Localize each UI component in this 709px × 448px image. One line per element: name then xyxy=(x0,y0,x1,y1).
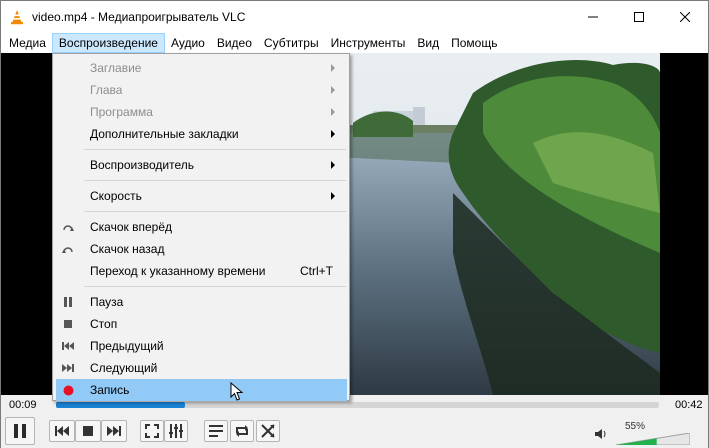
menu-item-custom-bookmarks[interactable]: Дополнительные закладки xyxy=(56,123,347,145)
next-button[interactable] xyxy=(101,420,127,442)
volume-slider[interactable] xyxy=(616,433,690,445)
menu-item-label: Скачок вперёд xyxy=(90,220,172,234)
maximize-icon xyxy=(634,11,644,22)
playlist-icon xyxy=(209,425,223,437)
menu-separator xyxy=(84,180,346,181)
menu-item-label: Запись xyxy=(90,383,130,397)
speaker-icon[interactable] xyxy=(595,429,607,439)
minimize-icon xyxy=(588,16,598,17)
play-pause-button[interactable] xyxy=(5,417,35,445)
playlist-button[interactable] xyxy=(204,420,228,442)
menu-item-label: Переход к указанному времени xyxy=(90,264,266,278)
submenu-arrow-icon xyxy=(331,108,335,116)
menu-subtitles[interactable]: Субтитры xyxy=(258,33,325,53)
menu-item-label: Стоп xyxy=(90,317,118,331)
menu-item-record[interactable]: Запись xyxy=(56,379,347,401)
time-total: 00:42 xyxy=(675,399,703,411)
previous-icon xyxy=(62,340,74,352)
menu-item-chapter[interactable]: Глава xyxy=(56,79,347,101)
submenu-arrow-icon xyxy=(331,130,335,138)
window-title: video.mp4 - Медиапроигрыватель VLC xyxy=(32,9,246,24)
menu-item-label: Предыдущий xyxy=(90,339,164,353)
minimize-button[interactable] xyxy=(570,1,616,32)
menu-item-pause[interactable]: Пауза xyxy=(56,291,347,313)
menu-item-label: Скорость xyxy=(90,189,142,203)
menu-bar: Медиа Воспроизведение Аудио Видео Субтит… xyxy=(1,32,708,53)
shuffle-icon xyxy=(261,424,275,438)
fullscreen-icon xyxy=(145,424,159,438)
submenu-arrow-icon xyxy=(331,192,335,200)
menu-item-stop[interactable]: Стоп xyxy=(56,313,347,335)
menu-item-jump-backward[interactable]: Скачок назад xyxy=(56,238,347,260)
next-icon xyxy=(107,426,121,436)
menu-audio[interactable]: Аудио xyxy=(165,33,211,53)
equalizer-icon xyxy=(169,424,183,438)
title-bar[interactable]: video.mp4 - Медиапроигрыватель VLC xyxy=(1,1,708,32)
extended-settings-button[interactable] xyxy=(164,420,188,442)
stop-icon xyxy=(83,426,93,436)
previous-button[interactable] xyxy=(49,420,75,442)
menu-tools[interactable]: Инструменты xyxy=(325,33,412,53)
menu-item-next[interactable]: Следующий xyxy=(56,357,347,379)
pause-icon xyxy=(62,296,74,308)
menu-item-renderer[interactable]: Воспроизводитель xyxy=(56,154,347,176)
menu-item-label: Дополнительные закладки xyxy=(90,127,239,141)
menu-item-label: Следующий xyxy=(90,361,158,375)
pause-icon xyxy=(14,424,26,438)
controls-bar: 55% xyxy=(1,415,708,448)
vlc-cone-icon xyxy=(11,9,23,24)
menu-item-label: Глава xyxy=(90,83,123,97)
stop-icon xyxy=(62,318,74,330)
menu-item-label: Заглавие xyxy=(90,61,142,75)
menu-item-speed[interactable]: Скорость xyxy=(56,185,347,207)
menu-item-shortcut: Ctrl+T xyxy=(300,264,333,278)
menu-media[interactable]: Медиа xyxy=(3,33,52,53)
menu-item-jump-forward[interactable]: Скачок вперёд xyxy=(56,216,347,238)
menu-item-title[interactable]: Заглавие xyxy=(56,57,347,79)
loop-button[interactable] xyxy=(230,420,254,442)
mouse-cursor-icon xyxy=(230,382,244,401)
menu-item-previous[interactable]: Предыдущий xyxy=(56,335,347,357)
seek-slider[interactable] xyxy=(56,402,659,408)
menu-item-label: Воспроизводитель xyxy=(90,158,194,172)
loop-icon xyxy=(236,425,248,437)
previous-icon xyxy=(55,426,69,436)
vlc-window: video.mp4 - Медиапроигрыватель VLC Медиа… xyxy=(0,0,709,448)
playback-menu: Заглавие Глава Программа Дополнительные … xyxy=(52,53,350,401)
next-icon xyxy=(62,362,74,374)
record-icon xyxy=(62,384,74,396)
submenu-arrow-icon xyxy=(331,86,335,94)
time-elapsed: 00:09 xyxy=(9,399,37,411)
menu-playback[interactable]: Воспроизведение xyxy=(51,32,165,53)
menu-item-label: Программа xyxy=(90,105,153,119)
seek-fill xyxy=(56,402,186,408)
submenu-arrow-icon xyxy=(331,161,335,169)
shuffle-button[interactable] xyxy=(256,420,280,442)
maximize-button[interactable] xyxy=(616,1,662,32)
menu-separator xyxy=(84,149,346,150)
menu-separator xyxy=(84,211,346,212)
stop-button[interactable] xyxy=(75,420,101,442)
menu-item-jump-to-time[interactable]: Переход к указанному времени Ctrl+T xyxy=(56,260,347,282)
menu-video[interactable]: Видео xyxy=(211,33,258,53)
volume-percent: 55% xyxy=(625,421,646,432)
menu-item-program[interactable]: Программа xyxy=(56,101,347,123)
close-button[interactable] xyxy=(662,1,708,32)
menu-item-label: Пауза xyxy=(90,295,124,309)
menu-help[interactable]: Помощь xyxy=(445,33,503,53)
submenu-arrow-icon xyxy=(331,64,335,72)
menu-separator xyxy=(84,286,346,287)
fullscreen-button[interactable] xyxy=(140,420,164,442)
close-icon xyxy=(680,11,690,22)
jump-backward-icon xyxy=(62,243,74,255)
menu-view[interactable]: Вид xyxy=(411,33,445,53)
jump-forward-icon xyxy=(62,221,74,233)
menu-item-label: Скачок назад xyxy=(90,242,165,256)
